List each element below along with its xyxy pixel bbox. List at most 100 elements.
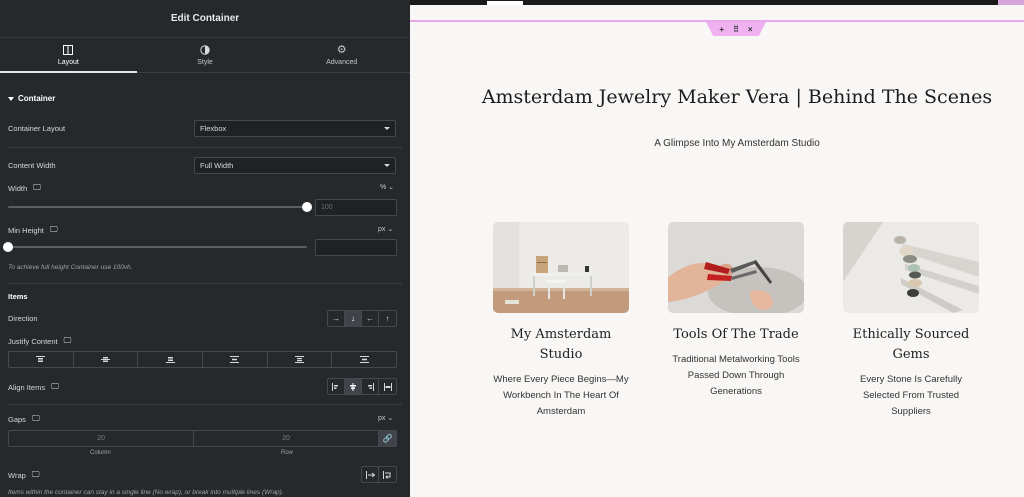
width-unit-select[interactable]: % ⌄ [380, 183, 394, 191]
container-outline [410, 20, 1024, 22]
items-heading: Items [8, 292, 28, 301]
desktop-icon[interactable]: 🖵 [33, 183, 41, 193]
direction-label: Direction [8, 314, 38, 323]
card-title: Ethically Sourced Gems [852, 327, 970, 362]
justify-content-control [8, 351, 397, 368]
gaps-unit-select[interactable]: px ⌄ [378, 414, 393, 422]
justify-content-label: Justify Content [8, 336, 58, 346]
justify-space-around-icon [295, 356, 305, 363]
gap-row-input[interactable]: 20 [194, 431, 379, 446]
align-center-icon [350, 382, 356, 391]
gear-icon: ⚙ [336, 43, 347, 56]
justify-space-around-button[interactable] [268, 352, 333, 367]
card-gems[interactable]: Ethically Sourced Gems Every Stone Is Ca… [843, 222, 979, 420]
card-studio[interactable]: My Amsterdam Studio Where Every Piece Be… [493, 222, 629, 420]
container-layout-select[interactable]: Flexbox [194, 120, 396, 137]
justify-center-icon [101, 357, 110, 362]
width-input[interactable]: 100 [315, 199, 397, 216]
tab-layout-label: Layout [57, 58, 79, 66]
wrap-icon [383, 470, 391, 479]
gap-row-label: Row [281, 450, 294, 456]
justify-end-button[interactable] [138, 352, 204, 367]
direction-row-reverse-button[interactable]: ← [362, 311, 379, 326]
desktop-icon[interactable]: 🖵 [64, 336, 72, 346]
align-items-label-row: Align Items 🖵 [8, 382, 59, 392]
direction-control: → ↓ ← ↑ [327, 310, 397, 327]
wrap-button[interactable] [379, 467, 396, 482]
wrap-hint: Items within the container can stay in a… [8, 489, 284, 496]
add-icon[interactable]: + [719, 25, 724, 34]
card-description: Traditional Metalworking Tools Passed Do… [672, 354, 800, 397]
min-height-input[interactable] [315, 239, 397, 256]
align-stretch-button[interactable] [379, 379, 396, 394]
min-height-unit-select[interactable]: px ⌄ [378, 225, 393, 233]
tools-image [668, 222, 804, 313]
card-tools[interactable]: Tools Of The Trade Traditional Metalwork… [668, 222, 804, 400]
section-container-toggle[interactable]: Container [8, 94, 55, 103]
desktop-icon[interactable]: 🖵 [51, 382, 59, 392]
drag-handle-icon[interactable]: ⠿ [733, 25, 739, 34]
desktop-icon[interactable]: 🖵 [50, 225, 58, 235]
content-width-select[interactable]: Full Width [194, 157, 396, 174]
gap-column-label: Column [90, 450, 111, 456]
justify-space-between-button[interactable] [203, 352, 268, 367]
no-wrap-icon [365, 470, 375, 479]
caret-down-icon [8, 96, 14, 101]
min-height-hint: To achieve full height Container use 100… [8, 264, 133, 271]
top-bar-accent [998, 0, 1024, 5]
width-slider-track[interactable] [8, 206, 307, 208]
align-center-button[interactable] [345, 379, 362, 394]
studio-image [493, 222, 629, 313]
close-icon[interactable]: × [748, 25, 753, 34]
direction-row-button[interactable]: → [328, 311, 345, 326]
justify-content-label-row: Justify Content 🖵 [8, 336, 71, 346]
justify-space-evenly-button[interactable] [332, 352, 396, 367]
align-items-label: Align Items [8, 382, 46, 392]
width-slider-handle[interactable] [302, 202, 312, 212]
chevron-down-icon [384, 127, 390, 130]
gaps-label-row: Gaps 🖵 [8, 414, 40, 424]
direction-column-reverse-button[interactable]: ↑ [379, 311, 396, 326]
tab-style[interactable]: Style [137, 38, 274, 72]
link-values-button[interactable]: 🔗 [379, 431, 396, 446]
card-description: Where Every Piece Begins—My Workbench In… [493, 374, 629, 417]
tab-advanced[interactable]: ⚙ Advanced [273, 38, 410, 72]
justify-start-button[interactable] [9, 352, 74, 367]
panel-tabs: Layout Style ⚙ Advanced [0, 38, 410, 73]
no-wrap-button[interactable] [362, 467, 379, 482]
divider [8, 147, 402, 148]
gap-column-input[interactable]: 20 [9, 431, 194, 446]
panel-title: Edit Container [0, 0, 410, 38]
align-items-control [327, 378, 397, 395]
wrap-label: Wrap [8, 470, 26, 480]
tab-layout[interactable]: Layout [0, 38, 137, 73]
gaps-control: 20 20 🔗 [8, 430, 397, 447]
align-start-button[interactable] [328, 379, 345, 394]
top-bar-highlight [487, 1, 523, 5]
width-label: Width [8, 183, 28, 193]
width-label-row: Width 🖵 [8, 183, 41, 193]
editor-panel: Edit Container Layout Style ⚙ Advanced C… [0, 0, 410, 497]
min-height-label-row: Min Height 🖵 [8, 225, 58, 235]
card-title: Tools Of The Trade [673, 327, 799, 342]
direction-column-button[interactable]: ↓ [345, 311, 362, 326]
tab-advanced-label: Advanced [326, 58, 358, 66]
min-height-slider-handle[interactable] [3, 242, 13, 252]
align-end-button[interactable] [362, 379, 379, 394]
justify-space-evenly-icon [359, 356, 369, 363]
card-title: My Amsterdam Studio [510, 327, 612, 362]
gems-image [843, 222, 979, 313]
preview-canvas: + ⠿ × Amsterdam Jewelry Maker Vera | Beh… [410, 0, 1024, 497]
justify-end-icon [165, 357, 175, 363]
section-title: Container [18, 94, 56, 103]
card-description: Every Stone Is Carefully Selected From T… [860, 374, 962, 417]
desktop-icon[interactable]: 🖵 [32, 470, 40, 480]
justify-center-button[interactable] [74, 352, 139, 367]
min-height-slider-track[interactable] [8, 246, 307, 248]
page-subtitle: A Glimpse Into My Amsterdam Studio [654, 138, 820, 149]
desktop-icon[interactable]: 🖵 [32, 414, 40, 424]
chevron-down-icon [384, 164, 390, 167]
container-layout-label: Container Layout [8, 124, 66, 133]
content-width-value: Full Width [200, 161, 234, 170]
wrap-control [361, 466, 397, 483]
